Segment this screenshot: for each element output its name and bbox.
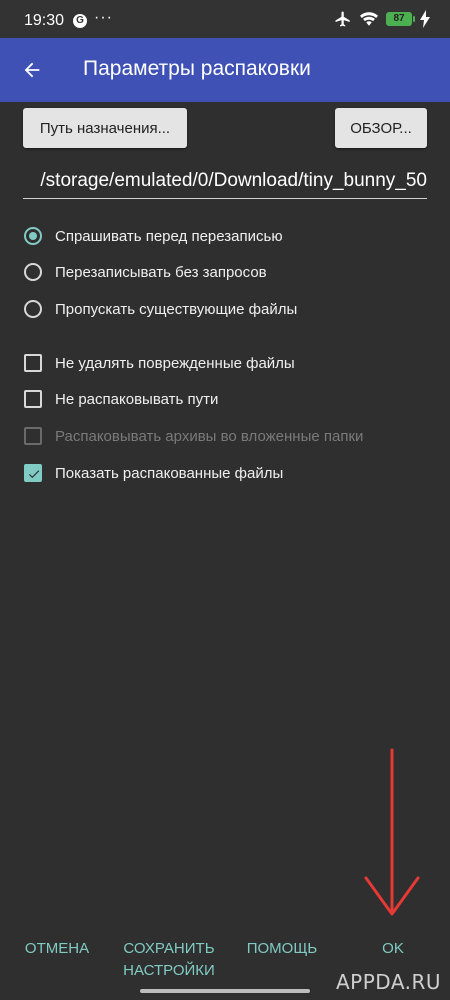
arrow-back-icon bbox=[24, 62, 40, 78]
save-settings-label-line1: СОХРАНИТЬ bbox=[123, 940, 215, 957]
radio-overwrite-without-prompt[interactable]: Перезаписывать без запросов bbox=[24, 259, 267, 285]
checkbox-extract-to-subfolders: Распаковывать архивы во вложенные папки bbox=[24, 423, 363, 449]
save-settings-label-line2: НАСТРОЙКИ bbox=[123, 962, 215, 979]
check-icon bbox=[28, 470, 40, 479]
checkbox[interactable] bbox=[24, 354, 42, 372]
help-button[interactable]: ПОМОЩЬ bbox=[238, 938, 326, 960]
status-bar: 19:30 G ··· 87 bbox=[0, 0, 450, 38]
radio-button[interactable] bbox=[24, 300, 42, 318]
page-title: Параметры распаковки bbox=[83, 57, 311, 80]
cancel-button[interactable]: ОТМЕНА bbox=[18, 938, 96, 960]
radio-label: Пропускать существующие файлы bbox=[55, 300, 298, 318]
radio-button-checked[interactable] bbox=[24, 227, 42, 245]
status-time: 19:30 bbox=[24, 12, 65, 29]
destination-path-value: /storage/emulated/0/Download/tiny_bunny_… bbox=[40, 170, 427, 191]
airplane-icon bbox=[334, 10, 352, 28]
destination-path-input[interactable]: /storage/emulated/0/Download/tiny_bunny_… bbox=[23, 168, 427, 199]
wifi-icon bbox=[360, 10, 378, 28]
checkbox-checked[interactable] bbox=[24, 464, 42, 482]
save-settings-button[interactable]: СОХРАНИТЬ НАСТРОЙКИ bbox=[112, 938, 226, 982]
charging-icon bbox=[420, 10, 430, 28]
more-notifications-icon: ··· bbox=[94, 9, 113, 26]
radio-ask-before-overwrite[interactable]: Спрашивать перед перезаписью bbox=[24, 223, 283, 249]
watermark: APPDA.RU bbox=[336, 970, 442, 994]
checkbox-show-extracted-files[interactable]: Показать распакованные файлы bbox=[24, 460, 283, 486]
checkbox-no-paths[interactable]: Не распаковывать пути bbox=[24, 386, 218, 412]
status-icons: 87 bbox=[334, 10, 430, 28]
checkbox-label: Распаковывать архивы во вложенные папки bbox=[55, 427, 364, 445]
ok-button[interactable]: OK bbox=[368, 938, 418, 960]
google-icon: G bbox=[73, 14, 87, 28]
checkbox-label: Не распаковывать пути bbox=[55, 390, 219, 408]
radio-button[interactable] bbox=[24, 263, 42, 281]
checkbox-label: Не удалять поврежденные файлы bbox=[55, 354, 295, 372]
checkbox[interactable] bbox=[24, 390, 42, 408]
radio-label: Перезаписывать без запросов bbox=[55, 263, 267, 281]
back-button[interactable] bbox=[12, 50, 52, 90]
app-bar: Параметры распаковки bbox=[0, 38, 450, 102]
checkbox-label: Показать распакованные файлы bbox=[55, 464, 284, 482]
checkbox-keep-broken-files[interactable]: Не удалять поврежденные файлы bbox=[24, 350, 295, 376]
annotation-arrow-icon bbox=[364, 748, 420, 916]
destination-path-button[interactable]: Путь назначения... bbox=[23, 108, 187, 148]
browse-button[interactable]: ОБЗОР... bbox=[335, 108, 427, 148]
radio-label: Спрашивать перед перезаписью bbox=[55, 227, 283, 245]
home-indicator[interactable] bbox=[140, 989, 310, 993]
battery-icon: 87 bbox=[386, 12, 415, 26]
checkbox-disabled bbox=[24, 427, 42, 445]
radio-skip-existing[interactable]: Пропускать существующие файлы bbox=[24, 296, 297, 322]
